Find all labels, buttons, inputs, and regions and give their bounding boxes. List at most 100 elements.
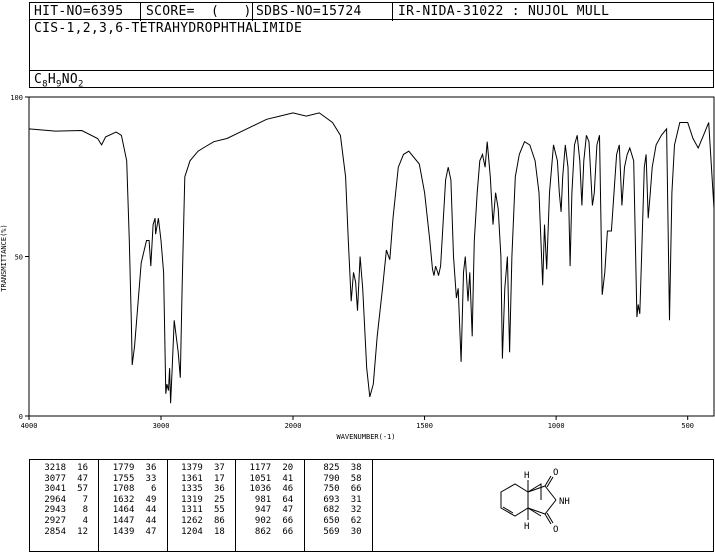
- peak-wavenumber: 3218: [44, 463, 66, 473]
- peak-row: 862 66: [241, 527, 301, 538]
- peak-row: 1036 46: [241, 484, 301, 495]
- peak-wavenumber: 2943: [44, 505, 66, 516]
- peak-wavenumber: 790: [323, 473, 340, 484]
- peak-row: 1779 36: [104, 463, 164, 474]
- peak-transmittance: 4: [82, 515, 88, 526]
- peak-wavenumber: 1379: [181, 463, 203, 473]
- peak-row: 1051 41: [241, 474, 301, 485]
- peak-column: 825 38 790 58 750 66 693 31 682 32 650 62 569 30: [310, 463, 370, 537]
- peak-row: 1204 18: [173, 527, 233, 538]
- peak-column-divider: [166, 460, 168, 551]
- peak-transmittance: 12: [77, 526, 88, 537]
- peak-row: 3218 16: [36, 463, 96, 474]
- peak-transmittance: 33: [145, 473, 157, 484]
- molecule-structure: H O NH H O: [500, 468, 570, 535]
- peak-transmittance: 41: [282, 473, 294, 484]
- molecular-formula: C8H9NO2: [34, 72, 84, 90]
- peak-wavenumber: 1177: [249, 463, 272, 473]
- peak-wavenumber: 650: [323, 515, 340, 526]
- peak-transmittance: 47: [145, 526, 157, 537]
- y-axis-label: TRANSMITTANCE(%): [0, 224, 8, 291]
- structure-label: O: [553, 468, 558, 478]
- peak-transmittance: 7: [82, 494, 88, 505]
- peak-transmittance: 58: [350, 473, 362, 484]
- peak-row: 693 31: [310, 495, 370, 506]
- peak-transmittance: 44: [145, 515, 157, 526]
- peak-transmittance: 8: [82, 505, 88, 516]
- peak-wavenumber: 1632: [112, 494, 135, 505]
- peak-wavenumber: 1319: [181, 494, 203, 505]
- peak-row: 682 32: [310, 505, 370, 516]
- peak-row: 3041 57: [36, 484, 96, 495]
- peak-column: 1779 36 1755 33 1708 6 1632 49 1464 44 1447 44 1439 4…: [104, 463, 164, 537]
- peak-table: 3218 16 3077 47 3041 57 2964 7 2943 8 2927 4 2854 12 1…: [29, 459, 714, 552]
- peak-transmittance: 86: [213, 515, 225, 526]
- peak-wavenumber: 1335: [181, 484, 203, 495]
- peak-column-divider: [303, 460, 305, 551]
- y-tick-label: 0: [19, 413, 23, 421]
- peak-wavenumber: 2854: [44, 526, 66, 537]
- peak-row: 1439 47: [104, 527, 164, 538]
- peak-transmittance: 47: [77, 473, 88, 484]
- peak-wavenumber: 1447: [112, 515, 135, 526]
- peak-wavenumber: 1708: [112, 484, 135, 495]
- peak-row: 1311 55: [173, 505, 233, 516]
- peak-transmittance: 37: [213, 463, 225, 473]
- x-axis-label: WAVENUMBER(-1): [336, 433, 395, 441]
- peak-wavenumber: 693: [323, 494, 340, 505]
- peak-wavenumber: 1262: [181, 515, 203, 526]
- peak-row: 1262 86: [173, 516, 233, 527]
- peak-row: 790 58: [310, 474, 370, 485]
- peak-wavenumber: 825: [323, 463, 340, 473]
- peak-wavenumber: 981: [254, 494, 272, 505]
- peak-transmittance: 20: [282, 463, 294, 473]
- peak-transmittance: 17: [213, 473, 225, 484]
- x-tick-label: 1000: [548, 422, 565, 430]
- peak-transmittance: 30: [350, 526, 362, 537]
- peak-wavenumber: 2927: [44, 515, 66, 526]
- peak-transmittance: 62: [350, 515, 362, 526]
- peak-column: 1379 37 1361 17 1335 36 1319 25 1311 55 1262 86 1204…: [173, 463, 233, 537]
- peak-transmittance: 36: [213, 484, 225, 495]
- peak-row: 650 62: [310, 516, 370, 527]
- peak-row: 1447 44: [104, 516, 164, 527]
- peak-column-divider: [98, 460, 100, 551]
- spectrum-line: [28, 112, 715, 404]
- peak-transmittance: 6: [150, 484, 157, 495]
- peak-wavenumber: 569: [323, 526, 340, 537]
- peak-row: 1464 44: [104, 505, 164, 516]
- formula-box: C8H9NO2: [29, 70, 714, 90]
- y-tick-label: 100: [10, 94, 23, 102]
- peak-row: 750 66: [310, 484, 370, 495]
- peak-wavenumber: 1755: [112, 473, 135, 484]
- peak-column-divider: [235, 460, 237, 551]
- compound-name: CIS-1,2,3,6-TETRAHYDROPHTHALIMIDE: [34, 21, 303, 36]
- x-tick-label: 1500: [416, 422, 433, 430]
- structure-label: H: [524, 522, 529, 532]
- structure-label: NH: [559, 497, 570, 507]
- x-tick-label: 2000: [285, 422, 302, 430]
- peak-wavenumber: 1311: [181, 505, 203, 516]
- peak-wavenumber: 1051: [249, 473, 272, 484]
- peak-row: 1708 6: [104, 484, 164, 495]
- peak-row: 1632 49: [104, 495, 164, 506]
- x-tick-label: 4000: [21, 422, 38, 430]
- structure-label: O: [553, 525, 558, 535]
- peak-transmittance: 25: [213, 494, 225, 505]
- peak-row: 1379 37: [173, 463, 233, 474]
- peak-wavenumber: 1361: [181, 473, 203, 484]
- peak-transmittance: 66: [282, 526, 294, 537]
- peak-transmittance: 46: [282, 484, 294, 495]
- peak-transmittance: 66: [350, 484, 362, 495]
- peak-wavenumber: 1204: [181, 526, 203, 537]
- plot-frame: [28, 96, 715, 417]
- peak-row: 1755 33: [104, 474, 164, 485]
- peak-wavenumber: 1779: [112, 463, 135, 473]
- peak-row: 1335 36: [173, 484, 233, 495]
- peak-wavenumber: 902: [254, 515, 272, 526]
- peak-row: 981 64: [241, 495, 301, 506]
- peak-transmittance: 31: [350, 494, 362, 505]
- peak-row: 2854 12: [36, 527, 96, 538]
- ir-spectrum-chart: 4000 3000 2000 1500 1000 500 100500 WAVENUMBE…: [0, 94, 715, 441]
- peak-row: 3077 47: [36, 474, 96, 485]
